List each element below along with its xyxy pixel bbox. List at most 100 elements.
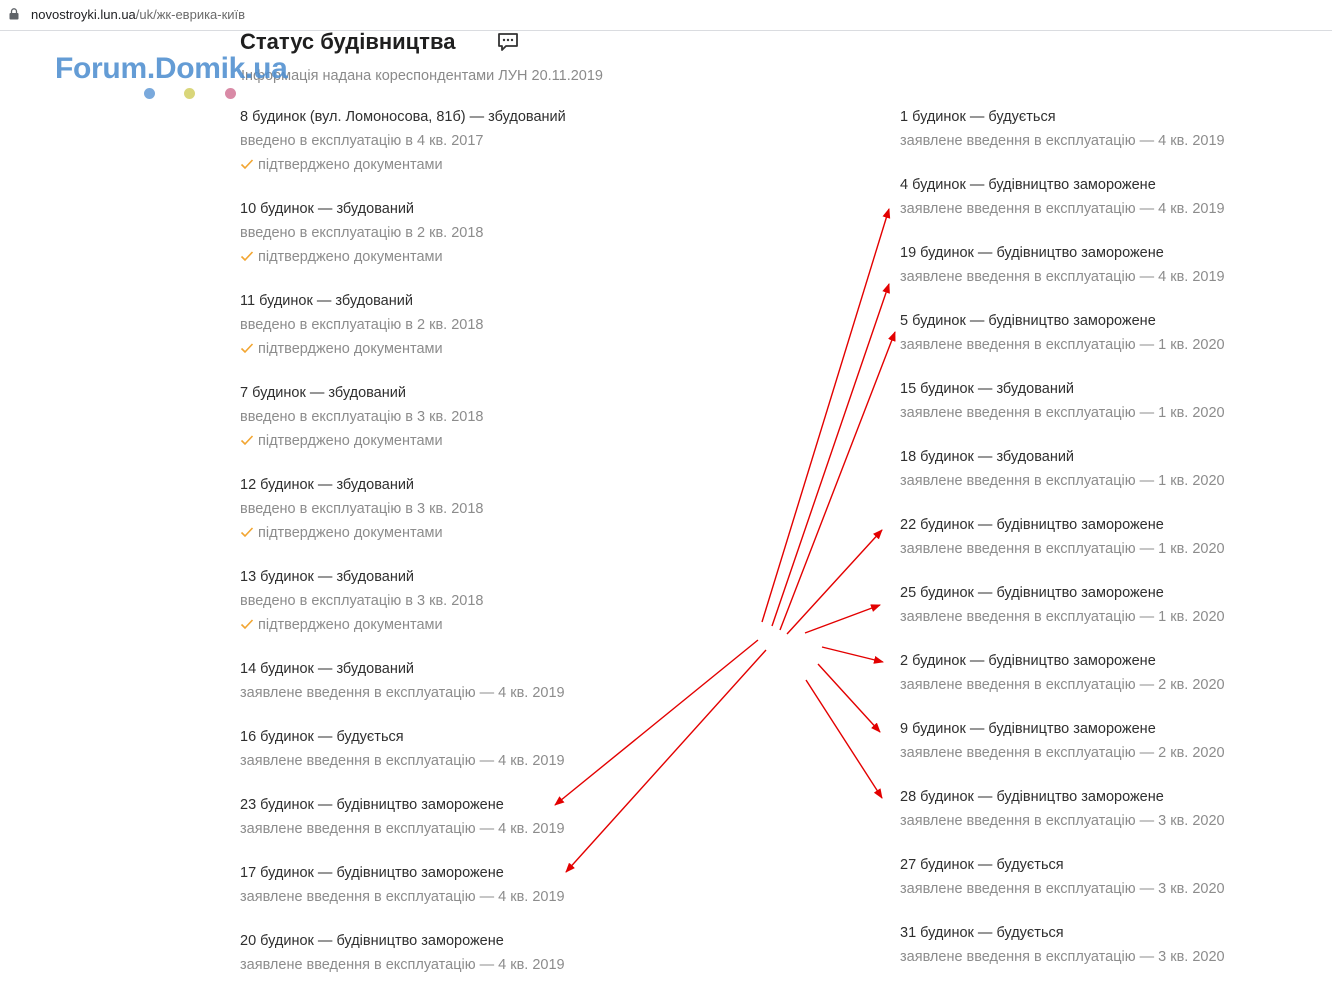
building-status-item: 11 будинок — збудований введено в експлуа… bbox=[240, 289, 483, 361]
building-title: 17 будинок — будівництво заморожене bbox=[240, 865, 504, 881]
building-title: 31 будинок — будується bbox=[900, 925, 1064, 941]
check-icon bbox=[240, 159, 254, 170]
building-title: 19 будинок — будівництво заморожене bbox=[900, 245, 1164, 261]
building-status-item: 9 будинок — будівництво заморожене заявле… bbox=[900, 717, 1225, 765]
building-title: 2 будинок — будівництво заморожене bbox=[900, 653, 1156, 669]
building-title: 16 будинок — будується bbox=[240, 729, 404, 745]
building-status-item: 28 будинок — будівництво заморожене заявл… bbox=[900, 785, 1225, 833]
commissioning-date: заявлене введення в експлуатацію — 1 кв.… bbox=[900, 473, 1225, 489]
confirmed-label: підтверджено документами bbox=[258, 249, 443, 265]
building-title: 12 будинок — збудований bbox=[240, 477, 415, 493]
confirmed-label: підтверджено документами bbox=[258, 433, 443, 449]
red-arrow bbox=[786, 529, 883, 635]
watermark-logo: Forum.Domik.ua bbox=[55, 52, 288, 85]
watermark-dot bbox=[184, 88, 195, 99]
commissioning-date: заявлене введення в експлуатацію — 4 кв.… bbox=[900, 201, 1225, 217]
commissioning-date: заявлене введення в експлуатацію — 2 кв.… bbox=[900, 677, 1225, 693]
building-status-item: 23 будинок — будівництво заморожене заявл… bbox=[240, 793, 565, 841]
watermark-dot bbox=[225, 88, 236, 99]
building-title: 14 будинок — збудований bbox=[240, 661, 415, 677]
building-status-item: 25 будинок — будівництво заморожене заявл… bbox=[900, 581, 1225, 629]
commissioning-date: введено в експлуатацію в 2 кв. 2018 bbox=[240, 317, 484, 333]
red-arrow bbox=[817, 663, 881, 733]
commissioning-date: заявлене введення в експлуатацію — 3 кв.… bbox=[900, 881, 1225, 897]
check-icon bbox=[240, 619, 254, 630]
commissioning-date: введено в експлуатацію в 4 кв. 2017 bbox=[240, 133, 484, 149]
red-arrow bbox=[554, 639, 759, 806]
building-status-item: 15 будинок — збудований заявлене введення… bbox=[900, 377, 1225, 425]
building-status-item: 18 будинок — збудований заявлене введення… bbox=[900, 445, 1225, 493]
confirmed-badge: підтверджено документами bbox=[240, 153, 566, 177]
comment-icon[interactable] bbox=[497, 32, 519, 52]
commissioning-date: заявлене введення в експлуатацію — 4 кв.… bbox=[240, 821, 565, 837]
commissioning-date: заявлене введення в експлуатацію — 2 кв.… bbox=[900, 745, 1225, 761]
building-status-item: 20 будинок — будівництво заморожене заявл… bbox=[240, 929, 565, 977]
red-arrow bbox=[771, 283, 890, 627]
building-status-item: 4 будинок — будівництво заморожене заявле… bbox=[900, 173, 1225, 221]
building-title: 8 будинок (вул. Ломоносова, 81б) — збудо… bbox=[240, 109, 566, 125]
check-icon bbox=[240, 343, 254, 354]
browser-address-bar[interactable]: novostroyki.lun.ua/uk/жк-еврика-київ bbox=[0, 0, 1332, 31]
watermark-dot bbox=[144, 88, 155, 99]
confirmed-label: підтверджено документами bbox=[258, 525, 443, 541]
building-title: 9 будинок — будівництво заморожене bbox=[900, 721, 1156, 737]
building-title: 11 будинок — збудований bbox=[240, 293, 413, 309]
building-status-item: 1 будинок — будується заявлене введення в… bbox=[900, 105, 1225, 153]
red-arrow bbox=[821, 646, 884, 664]
building-title: 1 будинок — будується bbox=[900, 109, 1056, 125]
url-text[interactable]: novostroyki.lun.ua/uk/жк-еврика-київ bbox=[31, 7, 245, 22]
red-arrow bbox=[761, 208, 891, 623]
building-title: 4 будинок — будівництво заморожене bbox=[900, 177, 1156, 193]
building-status-item: 14 будинок — збудований заявлене введення… bbox=[240, 657, 565, 705]
commissioning-date: заявлене введення в експлуатацію — 4 кв.… bbox=[240, 957, 565, 973]
building-status-item: 10 будинок — збудований введено в експлуа… bbox=[240, 197, 483, 269]
confirmed-label: підтверджено документами bbox=[258, 157, 443, 173]
confirmed-badge: підтверджено документами bbox=[240, 613, 483, 637]
building-status-item: 16 будинок — будується заявлене введення … bbox=[240, 725, 565, 773]
commissioning-date: заявлене введення в експлуатацію — 1 кв.… bbox=[900, 405, 1225, 421]
red-arrow bbox=[779, 331, 896, 631]
building-status-item: 31 будинок — будується заявлене введення … bbox=[900, 921, 1225, 969]
commissioning-date: заявлене введення в експлуатацію — 4 кв.… bbox=[900, 269, 1225, 285]
building-status-item: 22 будинок — будівництво заморожене заявл… bbox=[900, 513, 1225, 561]
confirmed-badge: підтверджено документами bbox=[240, 245, 483, 269]
building-status-item: 5 будинок — будівництво заморожене заявле… bbox=[900, 309, 1225, 357]
commissioning-date: заявлене введення в експлуатацію — 3 кв.… bbox=[900, 813, 1225, 829]
confirmed-label: підтверджено документами bbox=[258, 341, 443, 357]
building-title: 13 будинок — збудований bbox=[240, 569, 415, 585]
commissioning-date: заявлене введення в експлуатацію — 4 кв.… bbox=[240, 753, 565, 769]
building-title: 10 будинок — збудований bbox=[240, 201, 415, 217]
building-title: 23 будинок — будівництво заморожене bbox=[240, 797, 504, 813]
commissioning-date: заявлене введення в експлуатацію — 1 кв.… bbox=[900, 609, 1225, 625]
red-arrow bbox=[565, 649, 767, 873]
building-status-item: 17 будинок — будівництво заморожене заявл… bbox=[240, 861, 565, 909]
confirmed-badge: підтверджено документами bbox=[240, 429, 483, 453]
building-status-item: 12 будинок — збудований введено в експлуа… bbox=[240, 473, 483, 545]
commissioning-date: заявлене введення в експлуатацію — 4 кв.… bbox=[900, 133, 1225, 149]
url-host: novostroyki.lun.ua bbox=[31, 7, 136, 22]
commissioning-date: введено в експлуатацію в 3 кв. 2018 bbox=[240, 409, 484, 425]
building-title: 20 будинок — будівництво заморожене bbox=[240, 933, 504, 949]
building-status-item: 13 будинок — збудований введено в експлуа… bbox=[240, 565, 483, 637]
confirmed-badge: підтверджено документами bbox=[240, 337, 483, 361]
building-status-item: 19 будинок — будівництво заморожене заявл… bbox=[900, 241, 1225, 289]
commissioning-date: заявлене введення в експлуатацію — 1 кв.… bbox=[900, 337, 1225, 353]
commissioning-date: заявлене введення в експлуатацію — 3 кв.… bbox=[900, 949, 1225, 965]
check-icon bbox=[240, 435, 254, 446]
building-title: 18 будинок — збудований bbox=[900, 449, 1075, 465]
url-path: /uk/жк-еврика-київ bbox=[135, 7, 246, 22]
building-status-item: 2 будинок — будівництво заморожене заявле… bbox=[900, 649, 1225, 697]
building-title: 27 будинок — будується bbox=[900, 857, 1064, 873]
check-icon bbox=[240, 527, 254, 538]
lock-icon bbox=[9, 8, 19, 20]
commissioning-date: введено в експлуатацію в 2 кв. 2018 bbox=[240, 225, 484, 241]
building-title: 25 будинок — будівництво заморожене bbox=[900, 585, 1164, 601]
confirmed-badge: підтверджено документами bbox=[240, 521, 483, 545]
building-status-item: 8 будинок (вул. Ломоносова, 81б) — збудо… bbox=[240, 105, 566, 177]
building-status-item: 27 будинок — будується заявлене введення … bbox=[900, 853, 1225, 901]
commissioning-date: заявлене введення в експлуатацію — 4 кв.… bbox=[240, 685, 565, 701]
building-title: 7 будинок — збудований bbox=[240, 385, 406, 401]
commissioning-date: введено в експлуатацію в 3 кв. 2018 bbox=[240, 593, 484, 609]
check-icon bbox=[240, 251, 254, 262]
confirmed-label: підтверджено документами bbox=[258, 617, 443, 633]
